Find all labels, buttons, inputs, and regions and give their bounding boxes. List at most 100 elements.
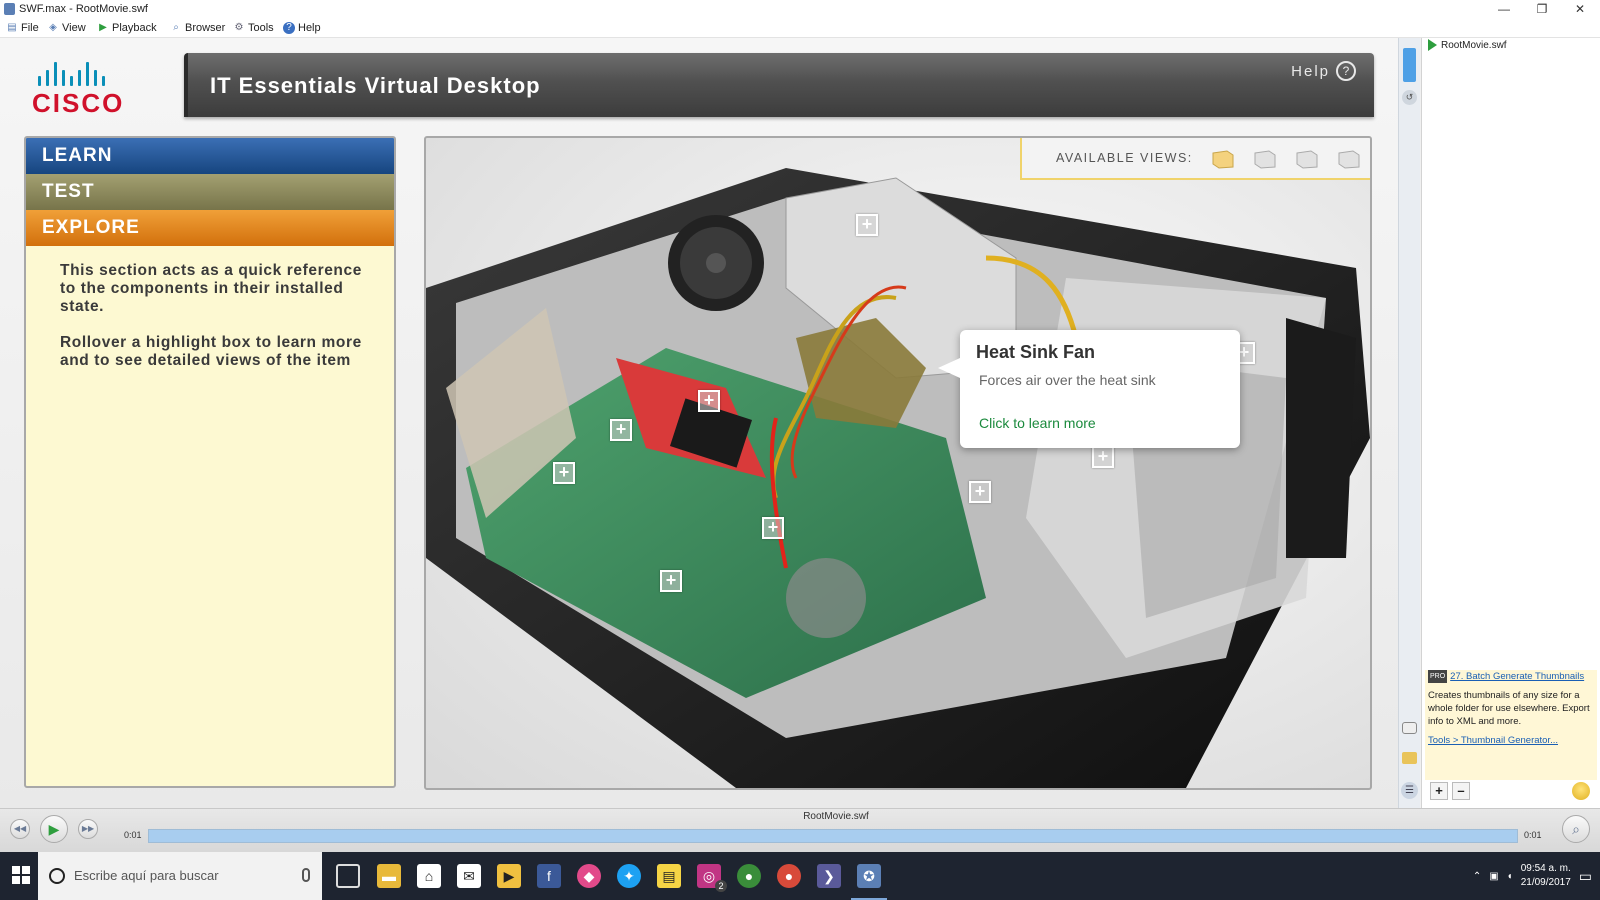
- file-list-item-name: RootMovie.swf: [1441, 39, 1507, 51]
- history-icon[interactable]: ↺: [1402, 90, 1417, 105]
- movie-stage: CISCO IT Essentials Virtual Desktop Help…: [0, 38, 1420, 808]
- minimize-button[interactable]: —: [1486, 0, 1522, 18]
- volume-icon[interactable]: ◖: [1507, 871, 1513, 882]
- store-icon[interactable]: ⌂: [417, 864, 441, 888]
- instagram-badge: 2: [715, 880, 727, 892]
- clock[interactable]: 09:54 a. m. 21/09/2017: [1521, 862, 1571, 890]
- component-tooltip[interactable]: Heat Sink Fan Forces air over the heat s…: [938, 330, 1240, 448]
- vscode-icon[interactable]: ❯: [817, 864, 841, 888]
- play-button[interactable]: ▶: [40, 815, 68, 843]
- tip-title-link[interactable]: 27. Batch Generate Thumbnails: [1450, 671, 1584, 682]
- search-placeholder: Escribe aquí para buscar: [74, 868, 219, 883]
- hotspot-drive-bay[interactable]: +: [1092, 446, 1114, 468]
- zoom-controls: + –: [1430, 782, 1470, 800]
- question-icon: ?: [1336, 61, 1356, 81]
- tooltip-pointer: [938, 358, 960, 378]
- play-icon: [1428, 39, 1437, 51]
- file-explorer-icon[interactable]: ▬: [377, 864, 401, 888]
- computer-case-view: AVAILABLE VIEWS: + + + + + + + + + Heat …: [424, 136, 1372, 790]
- twitter-icon[interactable]: ✦: [617, 864, 641, 888]
- playback-file-name: RootMovie.swf: [803, 811, 869, 822]
- learn-more-link[interactable]: Click to learn more: [979, 415, 1096, 431]
- menu-view-label: View: [62, 22, 86, 34]
- menu-help[interactable]: ? Help: [283, 18, 321, 38]
- menu-tools[interactable]: ⚙ Tools: [233, 18, 274, 38]
- file-icon: ▤: [7, 22, 17, 33]
- facebook-icon[interactable]: f: [537, 864, 561, 888]
- nav-learn-button[interactable]: LEARN: [26, 138, 394, 174]
- help-label: Help: [1291, 62, 1330, 80]
- menu-help-label: Help: [298, 22, 321, 34]
- menu-view[interactable]: ◈ View: [47, 18, 86, 38]
- photos-icon[interactable]: ◆: [577, 864, 601, 888]
- seek-bar[interactable]: [148, 829, 1518, 843]
- list-icon[interactable]: ☰: [1401, 782, 1418, 799]
- network-icon[interactable]: ▣: [1489, 871, 1498, 882]
- window-title: SWF.max - RootMovie.swf: [19, 3, 148, 15]
- nav-explore-button[interactable]: EXPLORE: [26, 210, 394, 246]
- clock-date: 21/09/2017: [1520, 877, 1571, 888]
- chevron-up-icon[interactable]: ⌃: [1473, 871, 1481, 882]
- lightbulb-icon[interactable]: [1572, 782, 1590, 800]
- gear-icon: ⚙: [234, 22, 244, 33]
- system-tray: ⌃ ▣ ◖ 09:54 a. m. 21/09/2017 ▭: [1473, 852, 1592, 900]
- total-time: 0:01: [1524, 830, 1542, 840]
- windows-start-icon[interactable]: [10, 864, 32, 886]
- help-icon: ?: [283, 22, 295, 34]
- menu-playback[interactable]: ▶ Playback: [97, 18, 157, 38]
- instagram-icon[interactable]: ◎ 2: [697, 864, 727, 892]
- hotspot-hard-drive[interactable]: +: [969, 481, 991, 503]
- seek-bar-fill: [149, 830, 1517, 842]
- menu-browser[interactable]: ⌕ Browser: [170, 18, 225, 38]
- tip-of-the-day: PRO 27. Batch Generate Thumbnails Creates…: [1425, 670, 1597, 780]
- zoom-in-button[interactable]: +: [1430, 782, 1448, 800]
- zoom-out-button[interactable]: –: [1452, 782, 1470, 800]
- nav-test-button[interactable]: TEST: [26, 174, 394, 210]
- hotspot-expansion-card[interactable]: +: [610, 419, 632, 441]
- microphone-icon[interactable]: [302, 868, 310, 882]
- hotspot-video-card[interactable]: +: [698, 390, 720, 412]
- forward-button[interactable]: ▶▶: [78, 819, 98, 839]
- menu-file[interactable]: ▤ File: [6, 18, 38, 38]
- cisco-logo: CISCO: [32, 60, 152, 120]
- restore-button[interactable]: ❐: [1524, 0, 1560, 18]
- view-cube-rear-icon[interactable]: [1335, 147, 1363, 169]
- taskbar-search[interactable]: Escribe aquí para buscar: [38, 852, 322, 900]
- thumbnail-generator-link[interactable]: Tools > Thumbnail Generator...: [1428, 735, 1558, 746]
- hotspot-power-supply[interactable]: +: [856, 214, 878, 236]
- close-button[interactable]: ✕: [1562, 0, 1598, 18]
- section-description: This section acts as a quick reference t…: [60, 262, 362, 315]
- mail-icon[interactable]: ✉: [457, 864, 481, 888]
- view-cube-side-icon[interactable]: [1251, 147, 1279, 169]
- view-cube-front-icon[interactable]: [1209, 147, 1237, 169]
- hotspot-motherboard[interactable]: +: [660, 570, 682, 592]
- media-player-icon[interactable]: ▶: [497, 864, 521, 888]
- scroll-thumb[interactable]: [1403, 48, 1416, 82]
- page-title: IT Essentials Virtual Desktop: [210, 73, 541, 98]
- available-views-label: AVAILABLE VIEWS:: [1056, 151, 1193, 165]
- hotspot-ram[interactable]: +: [762, 517, 784, 539]
- tooltip-title: Heat Sink Fan: [976, 342, 1096, 362]
- task-view-icon[interactable]: [336, 864, 360, 888]
- help-button[interactable]: Help ?: [1291, 61, 1356, 81]
- screen-icon[interactable]: [1402, 722, 1417, 734]
- rollover-instructions: Rollover a highlight box to learn more a…: [60, 334, 362, 369]
- hotspot-pci-slot[interactable]: +: [553, 462, 575, 484]
- swf-max-icon[interactable]: ✪: [851, 864, 887, 900]
- chrome-canary-icon[interactable]: ●: [777, 864, 801, 888]
- clock-time: 09:54 a. m.: [1520, 863, 1571, 874]
- notifications-icon[interactable]: ▭: [1579, 868, 1592, 885]
- browser-icon: ⌕: [173, 22, 179, 33]
- file-list-item[interactable]: RootMovie.swf: [1428, 38, 1507, 52]
- pro-badge: PRO: [1428, 670, 1448, 683]
- rewind-button[interactable]: ◀◀: [10, 819, 30, 839]
- sticky-notes-icon[interactable]: ▤: [657, 864, 681, 888]
- tooltip-description: Forces air over the heat sink: [979, 372, 1156, 388]
- cisco-logo-bars: [38, 60, 152, 86]
- view-cube-top-icon[interactable]: [1293, 147, 1321, 169]
- cortana-icon: [49, 868, 65, 884]
- folder-icon[interactable]: [1402, 752, 1417, 764]
- magnifier-button[interactable]: ⌕: [1562, 815, 1590, 843]
- view-icon: ◈: [49, 22, 57, 33]
- chrome-icon[interactable]: ●: [737, 864, 761, 888]
